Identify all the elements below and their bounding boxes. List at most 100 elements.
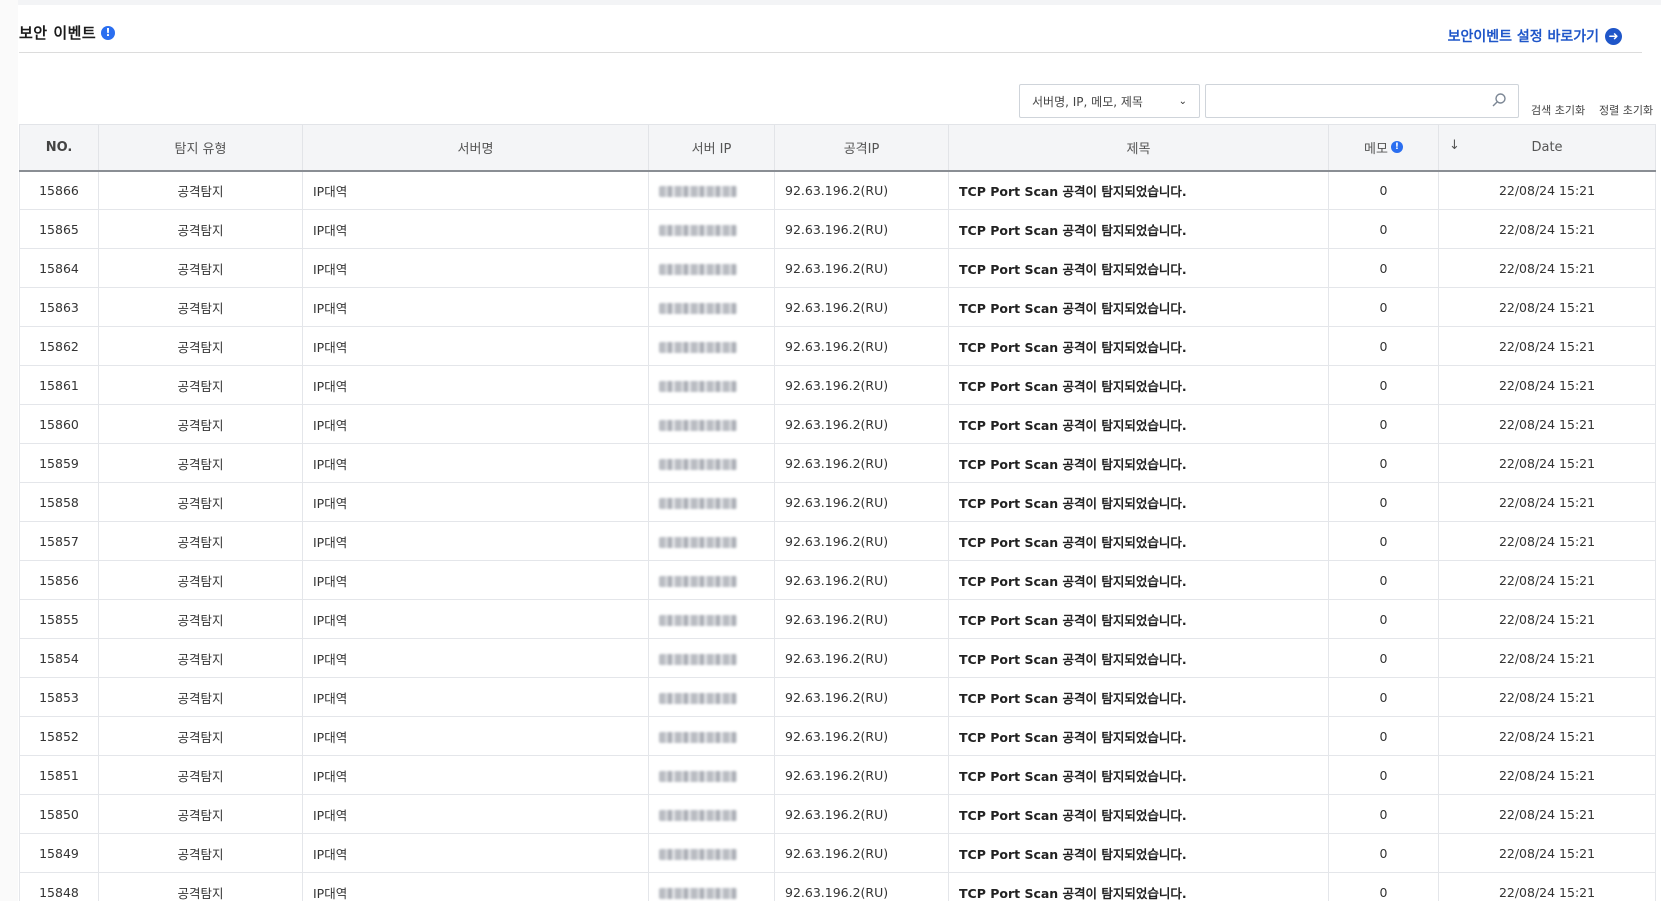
reset-sort-button[interactable]: 정렬 초기화 <box>1599 102 1653 118</box>
table-row[interactable]: 15852 공격탐지 IP대역 92.63.196.2(RU) TCP Port Sca… <box>19 716 1657 756</box>
table-row[interactable]: 15865 공격탐지 IP대역 92.63.196.2(RU) TCP Port Sca… <box>19 209 1657 249</box>
redacted-ip <box>659 653 737 665</box>
col-header-server[interactable]: 서버명 <box>302 124 649 172</box>
cell-no: 15859 <box>19 443 99 483</box>
table-row[interactable]: 15859 공격탐지 IP대역 92.63.196.2(RU) TCP Port Sca… <box>19 443 1657 483</box>
redacted-ip <box>659 185 737 197</box>
cell-server: IP대역 <box>302 521 649 561</box>
redacted-ip <box>659 536 737 548</box>
table-row[interactable]: 15861 공격탐지 IP대역 92.63.196.2(RU) TCP Port Sca… <box>19 365 1657 405</box>
table-row[interactable]: 15851 공격탐지 IP대역 92.63.196.2(RU) TCP Port Sca… <box>19 755 1657 795</box>
table-row[interactable]: 15855 공격탐지 IP대역 92.63.196.2(RU) TCP Port Sca… <box>19 599 1657 639</box>
table-body: 15866 공격탐지 IP대역 92.63.196.2(RU) TCP Port Sca… <box>19 170 1657 901</box>
cell-type: 공격탐지 <box>98 365 303 405</box>
cell-type: 공격탐지 <box>98 326 303 366</box>
memo-info-icon[interactable]: ! <box>1390 141 1403 154</box>
search-field-select[interactable]: 서버명, IP, 메모, 제목 ⌄ <box>1019 84 1200 118</box>
table-row[interactable]: 15854 공격탐지 IP대역 92.63.196.2(RU) TCP Port Sca… <box>19 638 1657 678</box>
cell-no: 15858 <box>19 482 99 522</box>
cell-type: 공격탐지 <box>98 443 303 483</box>
redacted-ip <box>659 809 737 821</box>
col-header-server-ip[interactable]: 서버 IP <box>648 124 775 172</box>
cell-server-ip <box>648 404 775 444</box>
search-icon[interactable] <box>1491 92 1507 108</box>
col-header-subject[interactable]: 제목 <box>948 124 1329 172</box>
cell-server: IP대역 <box>302 248 649 288</box>
col-header-type[interactable]: 탐지 유형 <box>98 124 303 172</box>
security-event-settings-link[interactable]: 보안이벤트 설정 바로가기 ➜ <box>1448 26 1622 46</box>
col-header-attack-ip[interactable]: 공격IP <box>774 124 949 172</box>
cell-date: 22/08/24 15:21 <box>1438 872 1657 901</box>
table-row[interactable]: 15857 공격탐지 IP대역 92.63.196.2(RU) TCP Port Sca… <box>19 521 1657 561</box>
security-events-table: NO. 탐지 유형 서버명 서버 IP 공격IP 제목 메모 ! ↓ Date … <box>19 124 1657 901</box>
cell-subject: TCP Port Scan 공격이 탐지되었습니다. <box>948 209 1329 249</box>
table-row[interactable]: 15848 공격탐지 IP대역 92.63.196.2(RU) TCP Port Sca… <box>19 872 1657 901</box>
table-row[interactable]: 15860 공격탐지 IP대역 92.63.196.2(RU) TCP Port Sca… <box>19 404 1657 444</box>
table-row[interactable]: 15858 공격탐지 IP대역 92.63.196.2(RU) TCP Port Sca… <box>19 482 1657 522</box>
cell-date: 22/08/24 15:21 <box>1438 794 1657 834</box>
col-header-memo-label: 메모 <box>1364 141 1388 157</box>
cell-attack-ip: 92.63.196.2(RU) <box>774 248 949 288</box>
cell-memo: 0 <box>1328 755 1439 795</box>
cell-server-ip <box>648 677 775 717</box>
col-header-memo[interactable]: 메모 ! <box>1328 124 1439 172</box>
cell-type: 공격탐지 <box>98 170 303 210</box>
redacted-ip <box>659 692 737 704</box>
cell-date: 22/08/24 15:21 <box>1438 209 1657 249</box>
table-row[interactable]: 15862 공격탐지 IP대역 92.63.196.2(RU) TCP Port Sca… <box>19 326 1657 366</box>
table-row[interactable]: 15853 공격탐지 IP대역 92.63.196.2(RU) TCP Port Sca… <box>19 677 1657 717</box>
cell-attack-ip: 92.63.196.2(RU) <box>774 443 949 483</box>
cell-no: 15853 <box>19 677 99 717</box>
table-row[interactable]: 15850 공격탐지 IP대역 92.63.196.2(RU) TCP Port Sca… <box>19 794 1657 834</box>
cell-attack-ip: 92.63.196.2(RU) <box>774 677 949 717</box>
redacted-ip <box>659 614 737 626</box>
cell-type: 공격탐지 <box>98 521 303 561</box>
page-title: 보안 이벤트 ! <box>19 22 116 43</box>
cell-attack-ip: 92.63.196.2(RU) <box>774 482 949 522</box>
redacted-ip <box>659 224 737 236</box>
table-row[interactable]: 15849 공격탐지 IP대역 92.63.196.2(RU) TCP Port Sca… <box>19 833 1657 873</box>
cell-type: 공격탐지 <box>98 872 303 901</box>
cell-memo: 0 <box>1328 326 1439 366</box>
page-header: 보안 이벤트 ! 보안이벤트 설정 바로가기 ➜ <box>19 22 1642 53</box>
chevron-down-icon: ⌄ <box>1178 95 1187 107</box>
cell-type: 공격탐지 <box>98 755 303 795</box>
cell-server-ip <box>648 755 775 795</box>
reset-search-button[interactable]: 검색 초기화 <box>1531 102 1585 118</box>
cell-memo: 0 <box>1328 677 1439 717</box>
cell-no: 15862 <box>19 326 99 366</box>
cell-server: IP대역 <box>302 170 649 210</box>
col-header-no[interactable]: NO. <box>19 124 99 172</box>
cell-server-ip <box>648 716 775 756</box>
info-icon[interactable]: ! <box>101 25 116 40</box>
search-input[interactable] <box>1205 84 1519 118</box>
cell-date: 22/08/24 15:21 <box>1438 248 1657 288</box>
cell-type: 공격탐지 <box>98 287 303 327</box>
cell-server: IP대역 <box>302 716 649 756</box>
cell-type: 공격탐지 <box>98 638 303 678</box>
table-row[interactable]: 15863 공격탐지 IP대역 92.63.196.2(RU) TCP Port Sca… <box>19 287 1657 327</box>
cell-subject: TCP Port Scan 공격이 탐지되었습니다. <box>948 170 1329 210</box>
cell-attack-ip: 92.63.196.2(RU) <box>774 872 949 901</box>
table-row[interactable]: 15856 공격탐지 IP대역 92.63.196.2(RU) TCP Port Sca… <box>19 560 1657 600</box>
cell-type: 공격탐지 <box>98 560 303 600</box>
col-header-date[interactable]: ↓ Date <box>1438 124 1657 172</box>
cell-memo: 0 <box>1328 521 1439 561</box>
cell-attack-ip: 92.63.196.2(RU) <box>774 599 949 639</box>
cell-no: 15863 <box>19 287 99 327</box>
table-row[interactable]: 15864 공격탐지 IP대역 92.63.196.2(RU) TCP Port Sca… <box>19 248 1657 288</box>
cell-type: 공격탐지 <box>98 794 303 834</box>
cell-memo: 0 <box>1328 287 1439 327</box>
cell-date: 22/08/24 15:21 <box>1438 404 1657 444</box>
cell-server-ip <box>648 521 775 561</box>
cell-subject: TCP Port Scan 공격이 탐지되었습니다. <box>948 443 1329 483</box>
sort-down-arrow-icon[interactable]: ↓ <box>1449 138 1460 153</box>
table-row[interactable]: 15866 공격탐지 IP대역 92.63.196.2(RU) TCP Port Sca… <box>19 170 1657 210</box>
cell-server: IP대역 <box>302 287 649 327</box>
cell-date: 22/08/24 15:21 <box>1438 521 1657 561</box>
cell-no: 15856 <box>19 560 99 600</box>
cell-subject: TCP Port Scan 공격이 탐지되었습니다. <box>948 872 1329 901</box>
cell-type: 공격탐지 <box>98 599 303 639</box>
cell-memo: 0 <box>1328 443 1439 483</box>
cell-server-ip <box>648 482 775 522</box>
